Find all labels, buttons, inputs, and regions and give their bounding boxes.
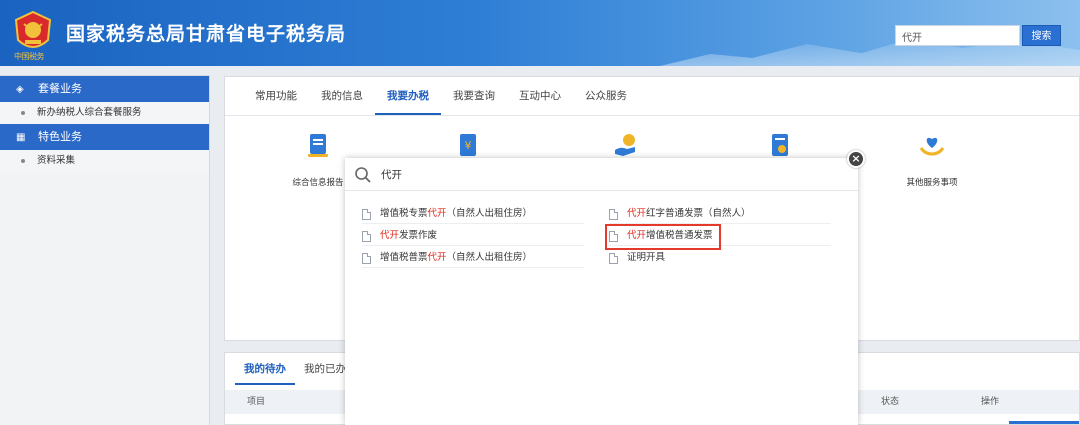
result-text: （自然人出租住房） [446, 208, 533, 219]
emblem-caption: 中国税务 [14, 52, 45, 61]
column-header-status: 状态 [881, 397, 900, 407]
bullet-icon [21, 110, 25, 115]
heart-hand-icon [919, 137, 945, 156]
result-highlight: 代开 [380, 230, 400, 241]
result-text: 红字普通发票（自然人） [646, 208, 751, 219]
result-highlight: 代开 [627, 208, 647, 219]
search-icon [355, 167, 371, 183]
document-icon [362, 231, 371, 242]
tab-my-todo[interactable]: 我的待办 [235, 353, 295, 385]
tax-emblem-icon [14, 10, 52, 48]
result-highlight: 代开 [427, 252, 447, 263]
sidebar-group-label: 套餐业务 [38, 82, 82, 95]
document-icon [362, 209, 371, 220]
tab-query[interactable]: 我要查询 [441, 77, 507, 115]
tab-public-service[interactable]: 公众服务 [573, 77, 639, 115]
svg-text:¥: ¥ [465, 139, 472, 152]
result-text: 证明开具 [627, 252, 666, 263]
tab-interaction[interactable]: 互动中心 [507, 77, 573, 115]
tab-common[interactable]: 常用功能 [243, 77, 309, 115]
search-modal: 代开 增值税专票代开（自然人出租住房） 代开发票作废 增值税普票代开（自然人出租… [345, 158, 858, 425]
action-button[interactable] [1009, 421, 1079, 424]
sidebar-item-data-collection[interactable]: 资料采集 [0, 150, 209, 172]
modal-search-input[interactable]: 代开 [381, 167, 402, 182]
header-search-input[interactable]: 代开 [895, 25, 1020, 46]
sidebar-item-new-taxpayer-package[interactable]: 新办纳税人综合套餐服务 [0, 102, 209, 124]
sidebar-group-label: 特色业务 [38, 130, 82, 143]
document-icon [362, 253, 371, 264]
modal-close-button[interactable]: × [847, 150, 865, 168]
document-icon [609, 253, 618, 264]
main-tabs: 常用功能 我的信息 我要办税 我要查询 互动中心 公众服务 [243, 77, 639, 115]
search-result-item[interactable]: 代开红字普通发票（自然人） [609, 204, 831, 224]
result-text: 发票作废 [399, 230, 438, 241]
bullet-icon [21, 158, 25, 163]
tab-my-info[interactable]: 我的信息 [309, 77, 375, 115]
annotation-highlight-box [605, 224, 721, 250]
result-highlight: 代开 [427, 208, 447, 219]
search-result-item[interactable]: 代开发票作废 [362, 226, 584, 246]
result-text: 增值税专票 [380, 208, 428, 219]
grid-icon: ▦ [16, 132, 26, 143]
sidebar-group-special[interactable]: ▦ 特色业务 [0, 124, 209, 150]
hand-coin-icon [615, 134, 635, 156]
search-result-item[interactable]: 增值税普票代开（自然人出租住房） [362, 248, 584, 268]
service-label: 其他服务事项 [906, 178, 958, 188]
sidebar-item-label: 新办纳税人综合套餐服务 [37, 107, 142, 118]
header-search-button[interactable]: 搜索 [1022, 25, 1061, 46]
layers-icon: ◈ [16, 84, 24, 95]
certificate-icon [772, 134, 788, 156]
column-header-action: 操作 [981, 397, 1000, 407]
column-header-item: 项目 [247, 397, 266, 407]
header-banner: 中国税务 国家税务总局甘肃省电子税务局 代开 搜索 [0, 0, 1080, 66]
sidebar-group-package[interactable]: ◈ 套餐业务 [0, 76, 209, 102]
invoice-icon: ¥ [460, 134, 476, 156]
result-text: 增值税普票 [380, 252, 428, 263]
modal-search-bar[interactable]: 代开 [345, 158, 858, 191]
service-other[interactable]: 其他服务事项 [877, 132, 987, 188]
todo-tabs: 我的待办 我的已办 [235, 353, 355, 385]
search-result-item[interactable]: 增值税专票代开（自然人出租住房） [362, 204, 584, 224]
sidebar-item-label: 资料采集 [37, 155, 76, 166]
tabs-divider [225, 115, 1079, 116]
tab-tax-handling[interactable]: 我要办税 [375, 77, 441, 115]
result-text: （自然人出租住房） [446, 252, 533, 263]
search-result-item[interactable]: 证明开具 [609, 248, 831, 268]
document-icon [609, 209, 618, 220]
document-icon [308, 134, 328, 157]
sidebar: ◈ 套餐业务 新办纳税人综合套餐服务 ▦ 特色业务 资料采集 [0, 75, 210, 425]
site-title: 国家税务总局甘肃省电子税务局 [66, 23, 347, 45]
